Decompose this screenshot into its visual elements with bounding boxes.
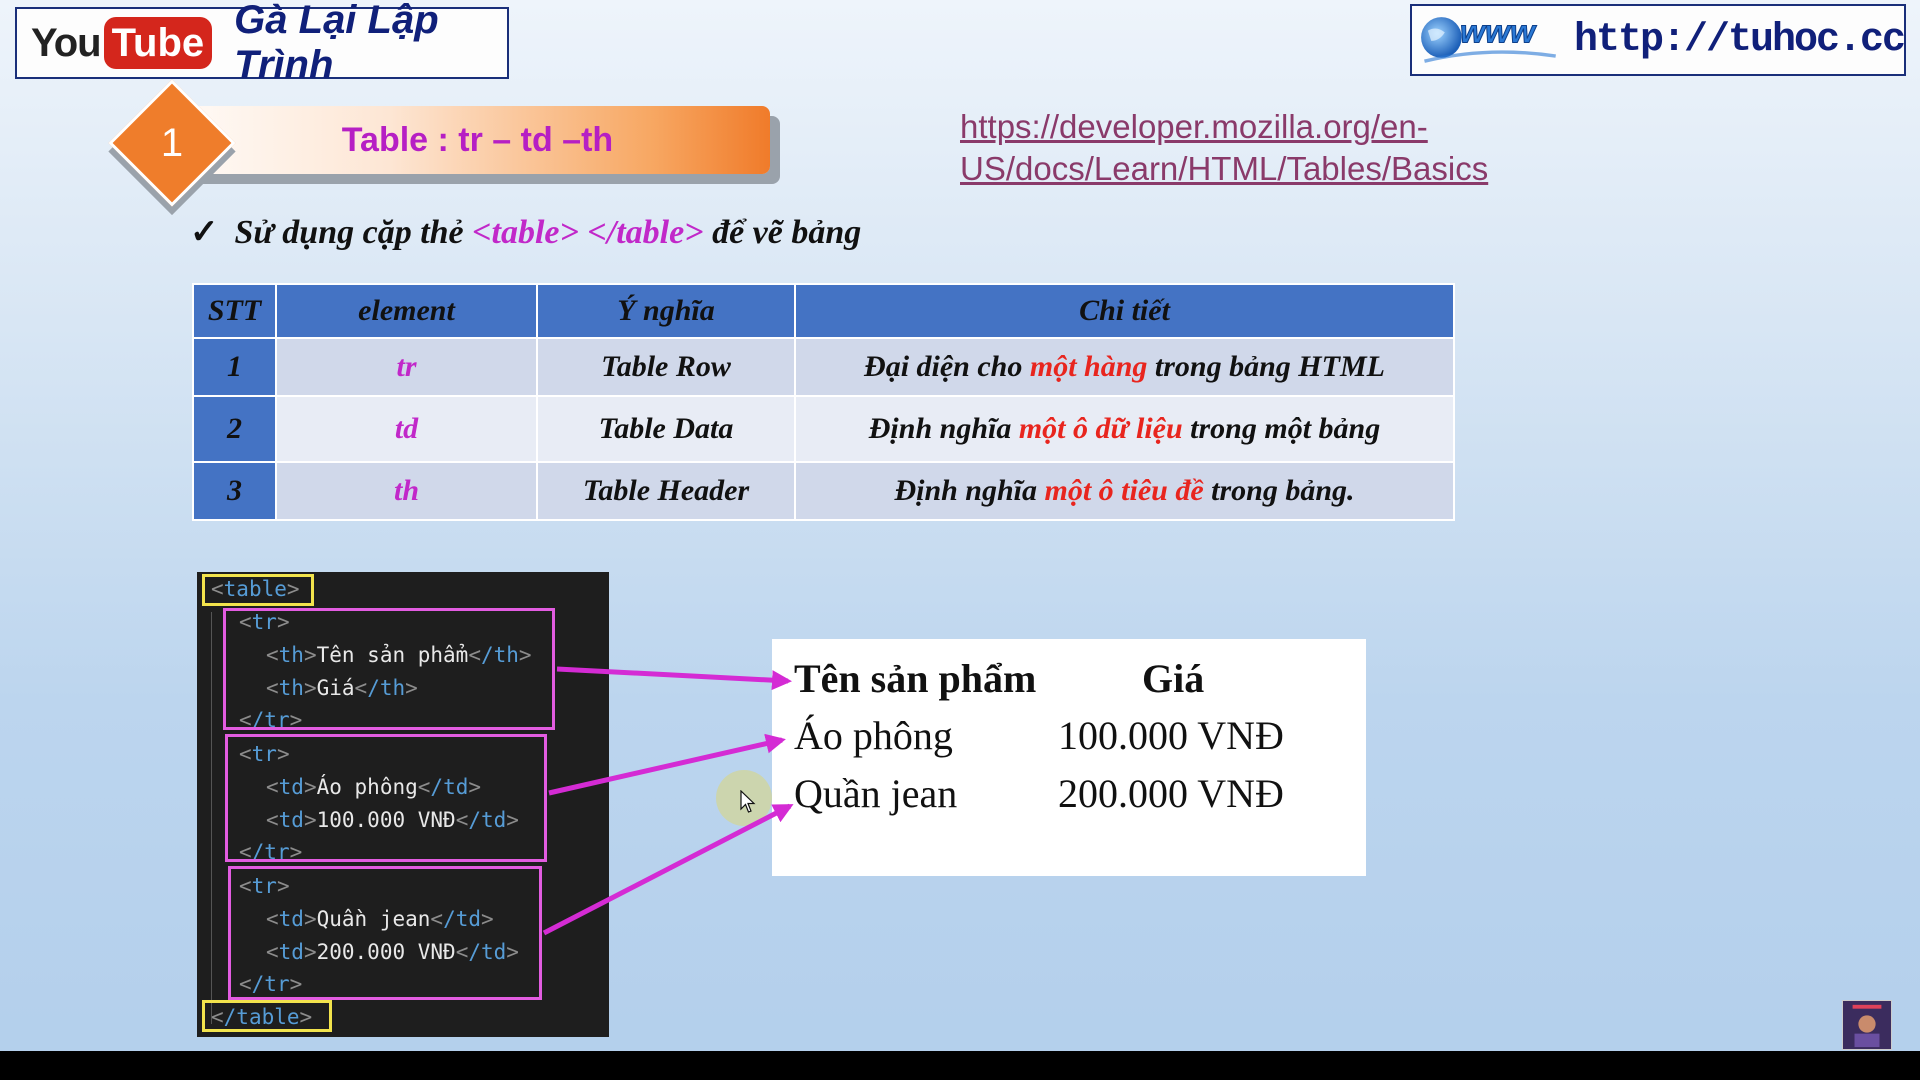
table-row: 3 th Table Header Định nghĩa một ô tiêu … [192,461,1455,521]
column-header-meaning: Ý nghĩa [536,283,796,339]
detail-highlight: một ô tiêu đề [1044,474,1204,507]
row-2-highlight [228,866,542,1000]
mdn-reference-link[interactable]: https://developer.mozilla.org/en- US/doc… [960,106,1580,190]
rendered-table-preview: Tên sản phẩm Giá Áo phông 100.000 VNĐ Qu… [772,639,1366,876]
section-title: Table : tr – td –th [341,121,614,159]
table-close-highlight [202,1000,332,1032]
cell-meaning: Table Row [536,337,796,397]
mdn-link-line-1[interactable]: https://developer.mozilla.org/en- [960,106,1580,148]
mouse-cursor-icon [740,790,756,813]
bullet-table-tags: <table> </table> [472,214,704,251]
website-badge: www http://tuhoc.cc [1410,4,1906,76]
cell-detail: Định nghĩa một ô dữ liệu trong một bảng [794,395,1455,463]
table-open-highlight [202,574,314,606]
cell-meaning: Table Header [536,461,796,521]
bullet-text-suffix: để vẽ bảng [703,214,862,251]
cell-element: tr [275,337,538,397]
column-header-element: element [275,283,538,339]
preview-data-cell: 100.000 VNĐ [1058,713,1284,758]
preview-data-cell: Quần jean [794,771,958,816]
table-row: 2 td Table Data Định nghĩa một ô dữ liệu… [192,395,1455,463]
column-header-stt: STT [192,283,277,339]
www-text: www [1460,14,1537,50]
detail-highlight: một ô dữ liệu [1018,412,1183,445]
row-1-highlight [225,734,547,862]
detail-text: trong bảng. [1203,474,1355,507]
preview-data-cell: Áo phông [794,713,953,758]
bottom-black-bar [0,1051,1920,1080]
cell-stt: 3 [192,461,277,521]
mdn-link-line-2[interactable]: US/docs/Learn/HTML/Tables/Basics [960,148,1580,190]
cell-element: th [275,461,538,521]
section-number: 1 [160,121,184,165]
channel-avatar-icon[interactable] [1842,1000,1892,1050]
detail-highlight: một hàng [1029,350,1148,383]
table-header-row: STT element Ý nghĩa Chi tiết [192,283,1455,339]
cell-element: td [275,395,538,463]
bullet-point: ✓ Sử dụng cặp thẻ <table> </table> để vẽ … [190,212,861,252]
elements-table: STT element Ý nghĩa Chi tiết 1 tr Table … [192,283,1455,521]
cell-stt: 2 [192,395,277,463]
preview-header-cell: Tên sản phẩm [794,656,1037,701]
header-row-highlight [223,608,555,730]
cell-detail: Đại diện cho một hàng trong bảng HTML [794,337,1455,397]
youtube-logo-you: You [31,20,102,65]
column-header-detail: Chi tiết [794,283,1455,339]
cell-stt: 1 [192,337,277,397]
indent-guide [211,612,212,1024]
detail-text: Định nghĩa [868,412,1019,445]
preview-header-cell: Giá [1142,656,1205,701]
detail-text: trong bảng HTML [1147,350,1385,383]
site-url[interactable]: http://tuhoc.cc [1574,18,1906,63]
preview-data-cell: 200.000 VNĐ [1058,771,1284,816]
www-globe-icon: www [1421,13,1556,63]
youtube-logo-icon: Tube [103,17,213,69]
bullet-text-prefix: Sử dụng cặp thẻ [234,214,473,251]
detail-text: Đại diện cho [864,350,1030,383]
table-row: 1 tr Table Row Đại diện cho một hàng tro… [192,337,1455,397]
youtube-channel-badge: You Tube Gà Lại Lập Trình [15,0,509,87]
cell-meaning: Table Data [536,395,796,463]
cell-detail: Định nghĩa một ô tiêu đề trong bảng. [794,461,1455,521]
channel-name: Gà Lại Lập Trình [234,0,439,87]
detail-text: trong một bảng [1182,412,1381,445]
checkmark-icon: ✓ [190,214,219,251]
detail-text: Định nghĩa [894,474,1045,507]
